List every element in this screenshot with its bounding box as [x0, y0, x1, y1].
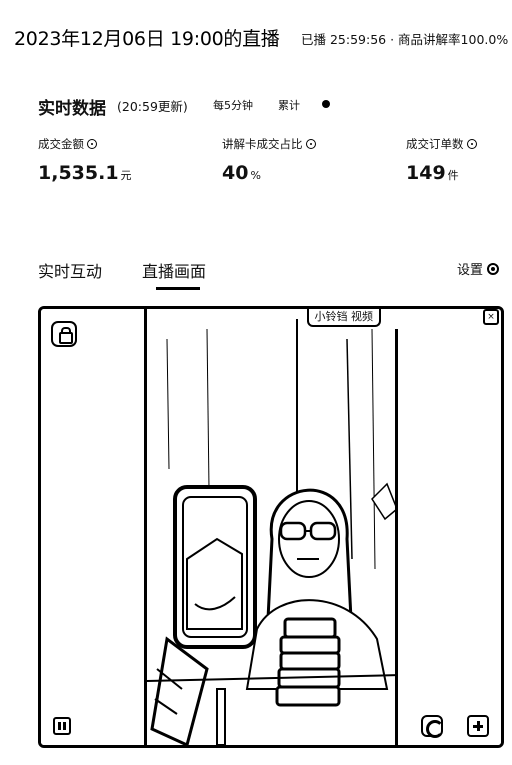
live-scene-image: [147, 309, 401, 745]
info-icon[interactable]: [305, 139, 316, 149]
shop-icon[interactable]: [51, 321, 77, 347]
expand-icon[interactable]: [467, 715, 489, 737]
metric-number: 40: [222, 162, 249, 184]
pause-icon[interactable]: [53, 717, 71, 735]
player-right-panel: [395, 329, 501, 745]
page-title: 2023年12月06日 19:00的直播: [14, 28, 280, 50]
metric-value: 1,535.1 元: [38, 162, 132, 184]
selected-dot-icon: [322, 100, 330, 108]
metric-number: 149: [406, 162, 446, 184]
metric-number: 1,535.1: [38, 162, 119, 184]
metric-unit: 件: [447, 169, 459, 182]
realtime-updated-time: (20:59更新): [117, 99, 188, 114]
active-tab-indicator: [156, 287, 200, 290]
video-overlay-label: 小铃铛 视频: [306, 309, 381, 327]
metric-label: 成交金额: [38, 137, 84, 151]
video-frame: 小铃铛 视频: [147, 309, 401, 745]
interval-toggle[interactable]: 每5分钟: [213, 97, 253, 113]
refresh-icon[interactable]: [421, 715, 444, 738]
settings-button[interactable]: 设置: [457, 259, 500, 278]
tab-bar: 实时互动 直播画面 设置: [0, 256, 512, 296]
metric-unit: 元: [120, 169, 132, 182]
metric-unit: %: [250, 169, 261, 182]
tab-live-view[interactable]: 直播画面: [142, 258, 206, 282]
metric-value: 40%: [222, 162, 316, 184]
cumulative-toggle[interactable]: 累计: [278, 97, 300, 113]
info-icon[interactable]: [87, 139, 97, 149]
close-icon[interactable]: ×: [483, 309, 499, 325]
player-left-panel: [41, 309, 147, 745]
metric-card-conversion: 讲解卡成交占比 40%: [222, 133, 316, 184]
broadcast-meta: 已播 25:59:56 · 商品讲解率100.0%: [301, 32, 509, 47]
header-bar: 2023年12月06日 19:00的直播 已播 25:59:56 · 商品讲解率…: [0, 24, 512, 54]
live-video-player[interactable]: 小铃铛 视频 ×: [38, 306, 504, 748]
realtime-title: 实时数据: [38, 99, 106, 119]
tab-realtime-interaction[interactable]: 实时互动: [38, 258, 102, 282]
metric-gmv: 成交金额 1,535.1 元: [38, 133, 132, 184]
settings-label: 设置: [457, 263, 484, 278]
metric-label: 成交订单数: [406, 137, 464, 151]
metric-orders: 成交订单数 149 件: [406, 133, 477, 184]
gear-icon: [487, 263, 500, 275]
metric-value: 149 件: [406, 162, 477, 184]
info-icon[interactable]: [466, 139, 477, 149]
metric-label: 讲解卡成交占比: [222, 137, 303, 151]
